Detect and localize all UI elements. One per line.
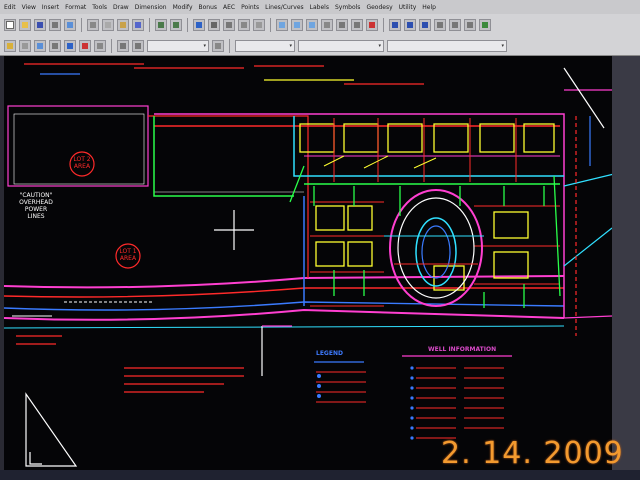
overhead-power-note: "CAUTION" OVERHEAD POWER LINES [19,192,53,220]
properties-icon[interactable] [336,19,348,31]
chevron-down-icon: ▾ [203,42,206,49]
layer-tool-3-icon[interactable] [79,39,91,52]
match-properties-icon[interactable] [132,19,144,31]
new-file-icon[interactable] [4,19,16,31]
toolbar-separator [81,18,82,32]
tool-g-icon[interactable] [479,19,491,31]
crosshair-cursor [214,210,254,250]
layer-tool-2-icon[interactable] [64,39,76,52]
layer-tool-icon[interactable] [49,39,61,52]
zoom-previous-icon[interactable] [306,19,318,31]
lot-label: LOT 2 AREA [73,156,91,170]
help-icon[interactable] [366,19,378,31]
menu-edit[interactable]: Edit [4,4,16,11]
ucs-triangle-icon [25,392,78,467]
menu-insert[interactable]: Insert [42,4,59,11]
layer-tool-4-icon[interactable] [94,39,106,52]
linetype-dropdown[interactable]: ▾ [298,39,384,52]
zoom-realtime-icon[interactable] [276,19,288,31]
undo-icon[interactable] [155,19,167,31]
screen-photo: Edit View Insert Format Tools Draw Dimen… [0,0,640,480]
chevron-down-icon: ▾ [501,42,504,49]
menu-bar: Edit View Insert Format Tools Draw Dimen… [0,0,640,14]
zoom-window-icon[interactable] [291,19,303,31]
well-information-table [402,355,512,440]
open-folder-icon[interactable] [19,19,31,31]
site-plan-drawing [4,63,615,467]
menu-labels[interactable]: Labels [310,4,329,11]
legend-title: LEGEND [316,350,343,357]
menu-help[interactable]: Help [422,4,436,11]
layer-tool-5-icon[interactable] [117,39,129,52]
cut-icon[interactable] [87,19,99,31]
toolbar-separator [270,18,271,32]
monitor-bezel-edge [612,56,640,480]
chevron-down-icon: ▾ [378,42,381,49]
chevron-down-icon: ▾ [289,42,292,49]
print-preview-icon[interactable] [64,19,76,31]
print-icon[interactable] [49,19,61,31]
lower-annotations [16,325,292,393]
tool-b-icon[interactable] [404,19,416,31]
layer-state-icon[interactable] [212,39,224,52]
right-boundary [563,116,615,336]
status-area [0,470,640,480]
menu-format[interactable]: Format [65,4,86,11]
color-dropdown[interactable]: ▾ [235,39,295,52]
layer-make-current-icon[interactable] [34,39,46,52]
menu-aec[interactable]: AEC [223,4,235,11]
tool-c-icon[interactable] [419,19,431,31]
well-info-title: WELL INFORMATION [428,346,497,353]
tool-e-icon[interactable] [449,19,461,31]
hyperlink-icon[interactable] [193,19,205,31]
standard-toolbar [0,14,640,36]
toolbar-separator [187,18,188,32]
lineweight-dropdown[interactable]: ▾ [387,39,507,52]
legend-block [314,361,366,403]
tool-f-icon[interactable] [464,19,476,31]
menu-symbols[interactable]: Symbols [335,4,360,11]
menu-geodesy[interactable]: Geodesy [366,4,392,11]
lot-label: LOT 1 AREA [119,248,137,262]
menu-dimension[interactable]: Dimension [135,4,167,11]
distance-icon[interactable] [238,19,250,31]
menu-utility[interactable]: Utility [399,4,417,11]
pan-icon[interactable] [253,19,265,31]
save-icon[interactable] [34,19,46,31]
drawing-canvas[interactable]: "CAUTION" OVERHEAD POWER LINES LOT 2 AREA LO… [4,56,640,470]
menu-tools[interactable]: Tools [92,4,107,11]
layer-manager-icon[interactable] [4,39,16,52]
layer-previous-icon[interactable] [19,39,31,52]
menu-bonus[interactable]: Bonus [199,4,218,11]
toolbar-separator [229,38,230,53]
toolbar-separator [149,18,150,32]
layers-toolbar: ▾ ▾ ▾ ▾ [0,36,640,56]
menu-draw[interactable]: Draw [113,4,129,11]
toolbar-separator [111,38,112,53]
layer-dropdown[interactable]: ▾ [147,39,209,52]
ucs-icon[interactable] [223,19,235,31]
aerial-view-icon[interactable] [321,19,333,31]
layer-tool-6-icon[interactable] [132,39,144,52]
redo-icon[interactable] [170,19,182,31]
menu-lines-curves[interactable]: Lines/Curves [265,4,303,11]
tool-a-icon[interactable] [389,19,401,31]
menu-points[interactable]: Points [241,4,259,11]
toolbar-separator [383,18,384,32]
photo-timestamp: 2. 14. 2009 [441,436,624,471]
top-annotations [24,63,614,129]
snap-icon[interactable] [208,19,220,31]
copy-icon[interactable] [102,19,114,31]
design-center-icon[interactable] [351,19,363,31]
tool-d-icon[interactable] [434,19,446,31]
paste-icon[interactable] [117,19,129,31]
menu-view[interactable]: View [22,4,36,11]
menu-modify[interactable]: Modify [173,4,193,11]
